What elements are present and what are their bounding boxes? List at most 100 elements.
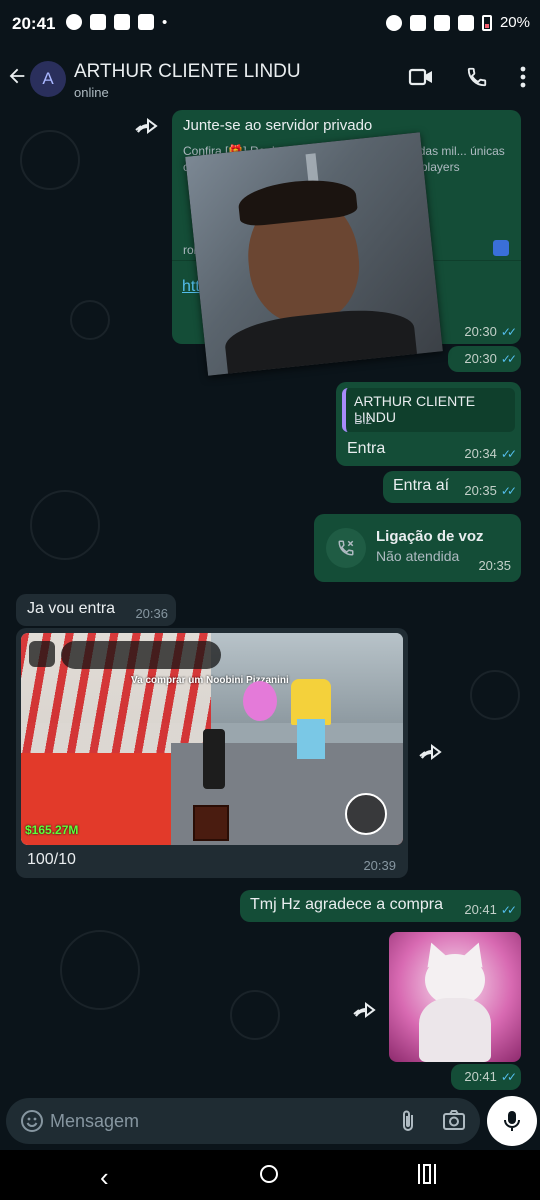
system-icons: 20% (385, 14, 530, 31)
message-text: Entra (347, 440, 386, 457)
wallpaper-doodle (60, 930, 140, 1010)
volte-icon (409, 14, 426, 31)
cat-sticker-image[interactable] (389, 932, 521, 1062)
message-meta: 20:35 ✓✓ (464, 483, 517, 498)
game-image-message[interactable]: Va comprar um Noobini Pizzanini $165.27M… (16, 628, 408, 878)
message-time: 20:30 (464, 351, 497, 366)
message-input-bar: Mensagem (0, 1092, 540, 1150)
game-screenshot[interactable]: Va comprar um Noobini Pizzanini $165.27M (21, 633, 403, 845)
message-time: 20:30 (464, 324, 497, 339)
tmj-message[interactable]: Tmj Hz agradece a compra 20:41 ✓✓ (240, 890, 521, 922)
message-placeholder: Mensagem (50, 1111, 140, 1131)
instagram-notification-icon (138, 14, 154, 30)
message-time: 20:35 (464, 483, 497, 498)
mic-button[interactable] (487, 1096, 537, 1146)
back-arrow-icon[interactable] (6, 64, 30, 94)
forward-icon[interactable] (352, 1000, 380, 1022)
battery-icon (481, 14, 492, 31)
mic-icon (504, 1111, 520, 1131)
wallpaper-doodle (470, 670, 520, 720)
player-avatar (203, 729, 225, 789)
status-time: 20:41 (12, 14, 56, 33)
signal-icon (457, 14, 474, 31)
pink-octopus (243, 681, 277, 721)
ja-vou-message[interactable]: Ja vou entra 20:36 (16, 594, 176, 626)
nav-home-icon[interactable] (260, 1165, 278, 1183)
message-meta: 20:35 (478, 558, 511, 573)
phone-icon[interactable] (466, 66, 488, 88)
message-meta: 20:36 (135, 606, 168, 621)
contact-name: ARTHUR CLIENTE LINDU (74, 61, 301, 82)
cat-body (419, 998, 491, 1062)
attach-icon[interactable] (398, 1109, 418, 1138)
item-slot (193, 805, 229, 841)
read-ticks-icon: ✓✓ (500, 324, 517, 339)
quoted-text: Blz (354, 412, 373, 427)
notification-icons: • (66, 14, 167, 31)
roblox-menu-icon (29, 641, 55, 667)
message-meta: 20:41 ✓✓ (464, 1069, 517, 1084)
message-footer: 20:30 ✓✓ (448, 346, 521, 372)
message-time: 20:35 (478, 558, 511, 573)
call-title: Ligação de voz (376, 528, 484, 545)
system-nav-bar: ‹ (0, 1150, 540, 1200)
camera-icon[interactable] (442, 1109, 466, 1136)
video-call-icon[interactable] (408, 66, 434, 88)
emoji-icon[interactable] (20, 1109, 44, 1133)
more-notifications-dot-icon: • (162, 14, 168, 31)
message-meta: 20:30 ✓✓ (464, 351, 517, 366)
contact-status: online (74, 85, 109, 100)
person-photo[interactable] (185, 132, 443, 376)
dnd-icon (385, 14, 402, 31)
image-caption: 100/10 (27, 851, 76, 868)
message-meta: 20:34 ✓✓ (464, 446, 517, 461)
message-meta: 20:41 ✓✓ (464, 902, 517, 917)
status-bar: 20:41 • 20% (0, 0, 540, 48)
nav-recents-icon[interactable] (418, 1164, 437, 1184)
message-time: 20:39 (363, 858, 396, 873)
message-time: 20:41 (464, 902, 497, 917)
message-text: Entra aí (393, 477, 450, 494)
message-time: 20:36 (135, 606, 168, 621)
message-text: Ja vou entra (27, 600, 116, 617)
message-text: Tmj Hz agradece a compra (250, 896, 443, 913)
avatar[interactable]: A (30, 61, 66, 97)
chat-area[interactable]: Junte-se ao servidor privado Confira [🎁]… (0, 110, 540, 1092)
game-toolbar (61, 641, 221, 669)
chat-header: A ARTHUR CLIENTE LINDU online (0, 48, 540, 110)
message-time: 20:41 (464, 1069, 497, 1084)
wifi-icon (433, 14, 450, 31)
entra-ai-message[interactable]: Entra aí 20:35 ✓✓ (383, 471, 521, 503)
link-card-title: Junte-se ao servidor privado (183, 117, 373, 134)
wallpaper-doodle (230, 990, 280, 1040)
wallpaper-doodle (30, 490, 100, 560)
message-time: 20:34 (464, 446, 497, 461)
game-money: $165.27M (25, 823, 79, 837)
roblox-icon (493, 240, 509, 256)
more-vert-icon[interactable] (520, 66, 526, 88)
chat-notification-icon (90, 14, 106, 30)
read-ticks-icon: ✓✓ (500, 1069, 517, 1084)
reply-message[interactable]: ARTHUR CLIENTE LINDU Blz Entra 20:34 ✓✓ (336, 382, 521, 466)
header-actions (408, 66, 526, 88)
forward-icon[interactable] (134, 116, 162, 138)
read-ticks-icon: ✓✓ (500, 902, 517, 917)
message-input[interactable]: Mensagem (6, 1098, 480, 1144)
message-meta: 20:39 (363, 858, 396, 873)
battery-percent: 20% (499, 14, 530, 31)
quoted-name: ARTHUR CLIENTE LINDU (354, 393, 476, 425)
read-ticks-icon: ✓✓ (500, 351, 517, 366)
missed-call-icon (326, 528, 366, 568)
contact-info[interactable]: ARTHUR CLIENTE LINDU online (74, 61, 301, 100)
voice-call-message[interactable]: Ligação de voz Não atendida 20:35 (314, 514, 521, 582)
quoted-message[interactable]: ARTHUR CLIENTE LINDU Blz (342, 388, 515, 432)
whatsapp-notification-icon (66, 14, 82, 30)
forward-icon[interactable] (418, 742, 446, 764)
nav-back-icon[interactable]: ‹ (100, 1162, 109, 1193)
call-subtitle: Não atendida (376, 548, 460, 564)
sim-notification-icon (114, 14, 130, 30)
message-footer: 20:41 ✓✓ (451, 1064, 521, 1090)
wallpaper-doodle (70, 300, 110, 340)
jump-button (345, 793, 387, 835)
read-ticks-icon: ✓✓ (500, 483, 517, 498)
